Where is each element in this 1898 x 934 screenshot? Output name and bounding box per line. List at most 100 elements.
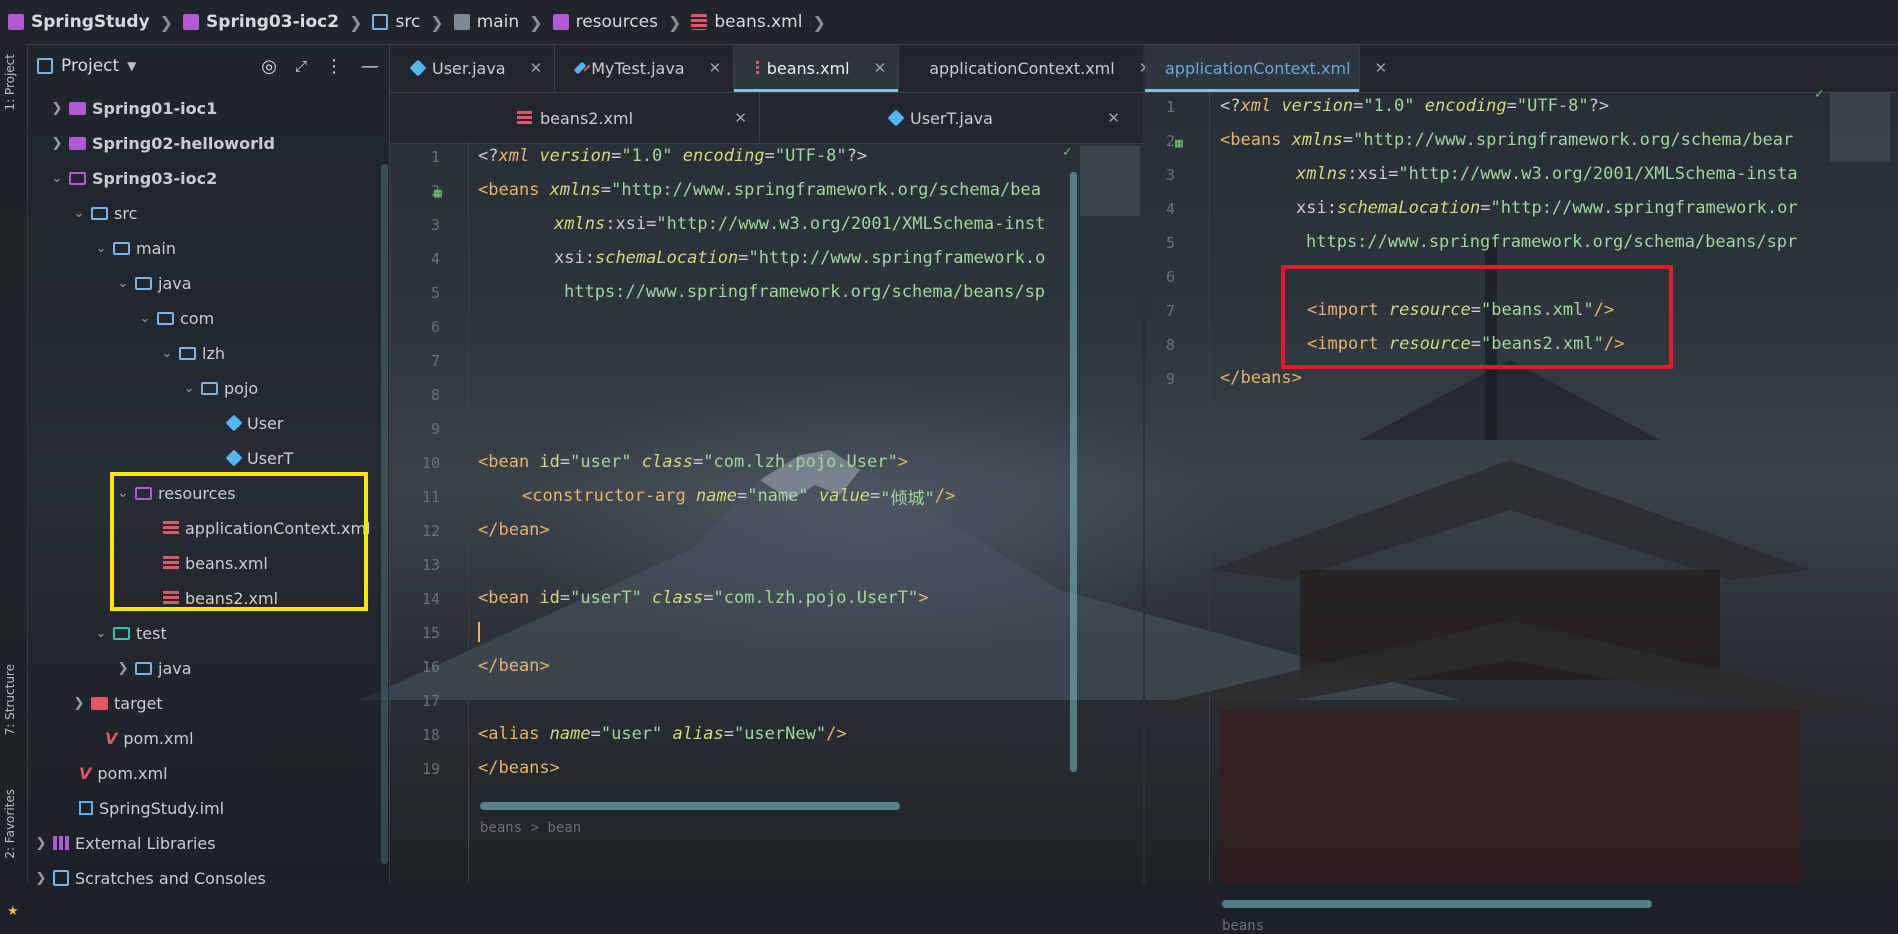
tab-mytest-java[interactable]: MyTest.java ✕ [555, 44, 735, 92]
breadcrumb-file[interactable]: beans.xml [691, 12, 802, 32]
chevron-down-icon[interactable]: ⌄ [93, 241, 109, 256]
package-icon [179, 346, 196, 360]
structure-breadcrumb[interactable]: beans > bean [480, 820, 581, 883]
tab-beans2-xml[interactable]: beans2.xml ✕ [390, 93, 760, 143]
star-icon: ★ [7, 904, 19, 919]
tree-item[interactable]: ❯ target [71, 687, 163, 719]
breadcrumb-module[interactable]: Spring03-ioc2 [183, 12, 339, 32]
tree-item[interactable]: ⌄ com [137, 302, 215, 334]
tree-item[interactable]: Vpom.xml [75, 757, 168, 789]
tree-item[interactable]: ⌄ java [115, 267, 192, 299]
chevron-down-icon[interactable]: ▼ [127, 59, 136, 73]
bean-gutter-icon[interactable]: ▦ [434, 186, 442, 201]
horizontal-scrollbar[interactable] [1222, 900, 1652, 908]
close-icon[interactable]: ✕ [514, 59, 543, 77]
tree-item[interactable]: ❯ External Libraries [33, 827, 216, 859]
chevron-down-icon[interactable]: ⌄ [181, 381, 197, 396]
code-area-left[interactable]: 1 2 3 4 5 6 7 8 9 10 11 12 13 14 15 16 1… [390, 142, 1143, 883]
favorites-tool-button[interactable]: 2: Favorites [3, 789, 17, 859]
chevron-right-icon[interactable]: ❯ [71, 696, 87, 711]
chevron-down-icon[interactable]: ⌄ [137, 311, 153, 326]
gutter-divider [468, 142, 469, 883]
code-minimap[interactable] [1830, 92, 1890, 162]
bean-gutter-icon[interactable]: ▦ [1175, 136, 1183, 151]
breadcrumb-project[interactable]: SpringStudy [8, 12, 150, 32]
tab-usert-java[interactable]: UserT.java ✕ [760, 93, 1132, 143]
editor-right: applicationContext.xml ✕ 1 2 3 4 5 6 7 8 … [1145, 44, 1898, 934]
chevron-right-icon[interactable]: ❯ [33, 836, 49, 851]
tree-item[interactable]: UserT [223, 442, 293, 474]
target-folder-icon [91, 696, 108, 710]
tree-item[interactable]: ❯ Scratches and Consoles [33, 862, 266, 894]
project-tool-button[interactable]: 1: Project [3, 54, 17, 111]
checkmark-icon: ✓ [1815, 86, 1824, 102]
close-icon[interactable]: ✕ [693, 59, 722, 77]
yellow-highlight-box [110, 472, 368, 611]
chevron-down-icon[interactable]: ⌄ [71, 206, 87, 221]
tree-item[interactable]: ⌄ pojo [181, 372, 259, 404]
line-number: 8 [1165, 336, 1175, 354]
chevron-down-icon[interactable]: ⌄ [115, 276, 131, 291]
tree-item[interactable]: ❯ Spring01-ioc1 [49, 92, 218, 124]
library-icon [53, 836, 69, 850]
tab-beans-xml[interactable]: beans.xml ✕ [734, 44, 900, 92]
project-scrollbar[interactable] [381, 164, 388, 864]
tree-item[interactable]: ⌄ Spring03-ioc2 [49, 162, 218, 194]
code-area-right[interactable]: 1 2 3 4 5 6 7 8 9 ▦ <? xml version = "1.0" … [1145, 86, 1898, 934]
tree-item[interactable]: User [223, 407, 283, 439]
vertical-scrollbar[interactable] [1070, 172, 1077, 772]
close-icon[interactable]: ✕ [718, 109, 747, 127]
chevron-down-icon[interactable]: ⌄ [93, 626, 109, 641]
breadcrumb-resources[interactable]: resources [552, 12, 658, 32]
options-icon[interactable]: ⋮ [325, 56, 343, 77]
chevron-right-icon[interactable]: ❯ [115, 661, 131, 676]
hide-panel-icon[interactable]: — [361, 56, 379, 77]
code-line-cursor [478, 618, 480, 646]
collapse-all-icon[interactable]: ⤢ [295, 57, 307, 75]
code-line: https://www.springframework.org/schema/b… [1306, 232, 1798, 252]
project-view-selector[interactable]: Project [61, 56, 119, 76]
structure-tool-button[interactable]: 7: Structure [3, 664, 17, 735]
breadcrumb-src[interactable]: src [372, 12, 420, 32]
close-icon[interactable]: ✕ [1359, 59, 1388, 77]
maven-icon: V [105, 728, 118, 748]
chevron-right-icon[interactable]: ❯ [49, 101, 65, 116]
editor-left: User.java ✕ MyTest.java ✕ beans.xml ✕ appli… [390, 44, 1151, 883]
tree-item[interactable]: SpringStudy.iml [75, 792, 224, 824]
tree-item[interactable]: ❯ Spring02-helloworld [49, 127, 275, 159]
chevron-right-icon: ❯ [529, 12, 543, 32]
chevron-down-icon[interactable]: ⌄ [49, 171, 65, 186]
tree-item[interactable]: ⌄ lzh [159, 337, 225, 369]
xml-file-icon [517, 111, 532, 125]
tab-user-java[interactable]: User.java ✕ [390, 44, 556, 92]
project-panel-header: Project ▼ ◎ ⤢ ⋮ — [27, 44, 389, 88]
code-line: </bean> [478, 520, 550, 540]
tab-applicationcontext-xml[interactable]: applicationContext.xml✕ [899, 44, 1163, 92]
tree-item[interactable]: ⌄ main [93, 232, 176, 264]
chevron-down-icon[interactable]: ⌄ [159, 346, 175, 361]
line-number: 2 [1165, 132, 1175, 150]
tree-item[interactable]: Vpom.xml [101, 722, 194, 754]
folder-icon [113, 241, 130, 255]
code-line: xsi: schemaLocation = "http://www.springfra… [554, 248, 1046, 268]
chevron-right-icon[interactable]: ❯ [49, 136, 65, 151]
tree-item[interactable]: ⌄ src [71, 197, 138, 229]
horizontal-scrollbar[interactable] [480, 802, 900, 810]
close-icon[interactable]: ✕ [1091, 109, 1120, 127]
code-line: </bean> [478, 656, 550, 676]
xml-file-icon [756, 61, 759, 75]
line-number: 14 [421, 590, 440, 608]
editor-tabbar-row2: beans2.xml ✕ UserT.java ✕ [390, 93, 1143, 144]
code-minimap[interactable] [1080, 146, 1140, 216]
tree-item[interactable]: ❯ java [115, 652, 192, 684]
chevron-right-icon[interactable]: ❯ [33, 871, 49, 886]
tab-applicationcontext-xml-right[interactable]: applicationContext.xml ✕ [1145, 44, 1387, 92]
close-icon[interactable]: ✕ [858, 59, 887, 77]
locate-icon[interactable]: ◎ [261, 56, 277, 77]
breadcrumb-main[interactable]: main [453, 12, 519, 32]
module-icon [69, 136, 86, 150]
test-class-icon [573, 61, 587, 75]
tree-item[interactable]: ⌄ test [93, 617, 167, 649]
editor-tabbar-row1: User.java ✕ MyTest.java ✕ beans.xml ✕ appli… [390, 44, 1151, 93]
text-caret [478, 622, 480, 642]
